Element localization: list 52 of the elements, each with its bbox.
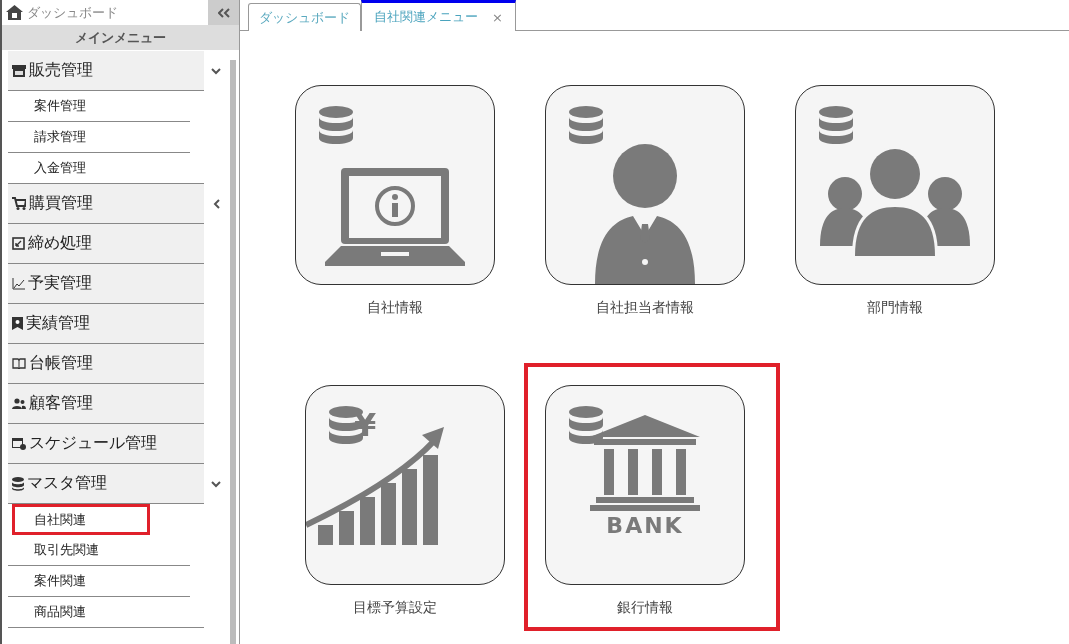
calendar-icon [12,437,26,450]
database-icon [12,476,24,491]
cart-icon [12,197,26,210]
main-menu-title: メインメニュー [2,25,239,50]
closing-icon [12,237,25,250]
businessman-icon [595,144,695,284]
tile-label: 銀行情報 [617,599,673,617]
menu-group-header[interactable]: 顧客管理 [8,384,204,424]
chevron-down-icon[interactable] [211,480,221,488]
close-tab-button[interactable]: × [492,9,503,25]
submenu-item[interactable]: 案件関連 [8,566,190,597]
database-icon [568,106,604,146]
database-icon [568,406,604,446]
chevron-left-icon[interactable] [212,199,220,209]
submenu-item[interactable]: 請求管理 [8,122,190,153]
line-chart-icon [12,277,25,290]
bank-building-icon [590,414,700,511]
home-icon [6,5,23,20]
menu-tile[interactable] [545,85,745,285]
menu-tile[interactable] [295,85,495,285]
submenu-item[interactable]: 自社関連 [12,504,150,535]
chevron-down-icon[interactable] [211,67,221,75]
submenu-item[interactable]: 案件管理 [8,91,190,122]
menu-group-header[interactable]: マスタ管理 [8,464,204,504]
menu-group-header[interactable]: 販売管理 [8,51,204,91]
database-icon [318,106,354,146]
store-icon [12,64,26,77]
menu-group-header[interactable]: 実績管理 [8,304,204,344]
bookmark-icon [12,317,23,330]
menu-group-header[interactable]: 台帳管理 [8,344,204,384]
submenu-item[interactable]: 商品関連 [8,597,204,628]
tile-label: 目標予算設定 [353,599,437,617]
menu-tile[interactable] [795,85,995,285]
menu-group-header[interactable]: スケジュール管理 [8,424,204,464]
book-icon [12,358,26,369]
tile-label: 部門情報 [867,299,923,317]
group-people-icon [820,146,970,256]
menu-tile[interactable]: BANK [545,385,745,585]
submenu-item[interactable]: 取引先関連 [8,535,190,566]
laptop-info-icon [325,166,465,266]
menu-group-header[interactable]: 締め処理 [8,224,204,264]
menu-group-header[interactable]: 予実管理 [8,264,204,304]
tile-label: 自社担当者情報 [596,299,694,317]
menu-group-header[interactable]: 購買管理 [8,184,204,224]
bank-label: BANK [606,512,684,538]
database-icon [818,106,854,146]
collapse-sidebar-button[interactable] [208,0,239,25]
people-icon [12,397,26,410]
double-chevron-left-icon [217,7,230,18]
tile-label: 自社情報 [367,299,423,317]
tab[interactable]: 自社関連メニュー × [361,0,516,31]
dashboard-link[interactable]: ダッシュボード [2,3,208,22]
